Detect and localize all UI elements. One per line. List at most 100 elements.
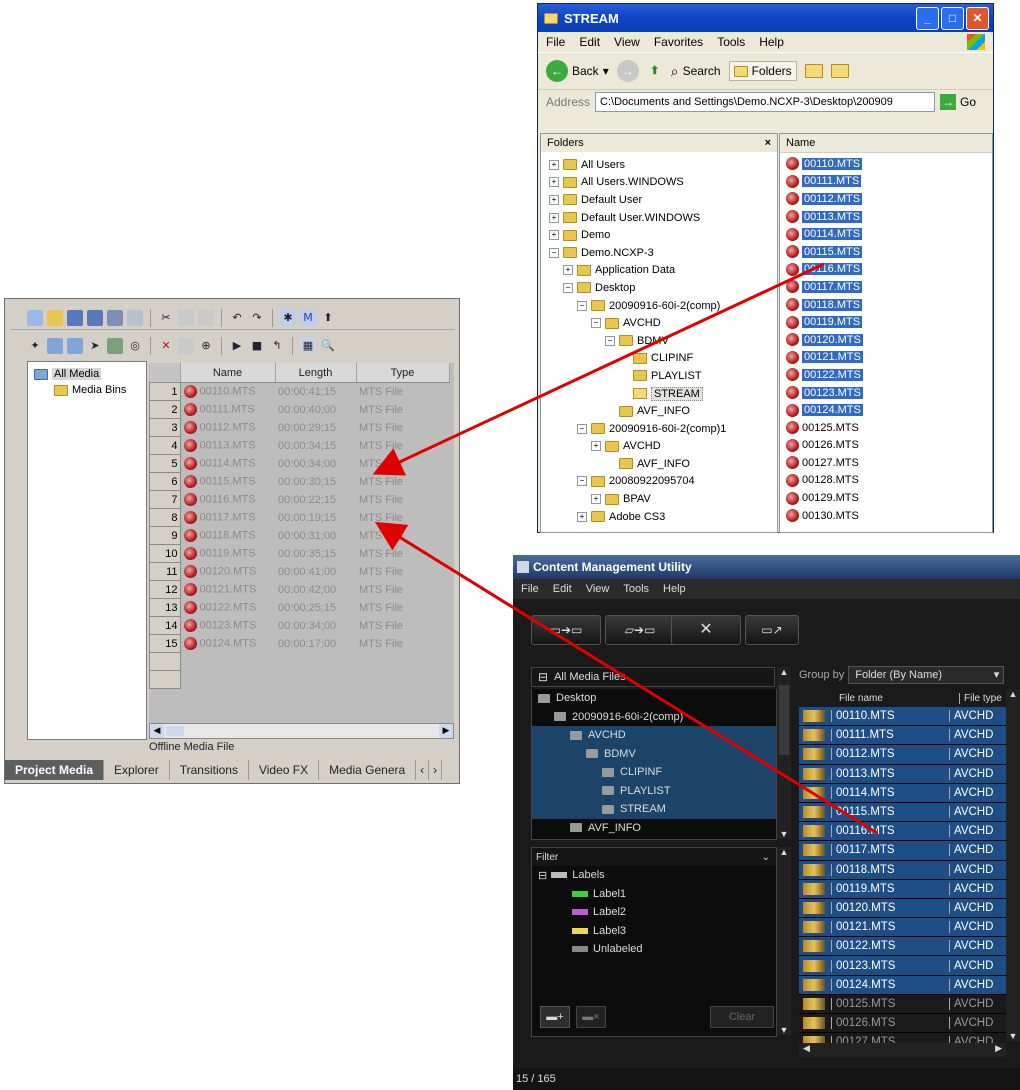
properties-icon[interactable] (127, 310, 143, 326)
expand-toggle-icon[interactable]: − (605, 335, 615, 346)
export-button[interactable]: ▭↗ (745, 615, 799, 645)
expand-toggle-icon[interactable]: + (577, 511, 587, 522)
list-h-scrollbar[interactable]: ◀ ▶ (799, 1043, 1006, 1057)
stop-icon[interactable]: ■ (249, 338, 265, 354)
media-file-row[interactable]: 00115.MTS AVCHD (799, 802, 1006, 823)
group-by-select[interactable]: Folder (By Name) ▾ (848, 666, 1005, 684)
media-file-row[interactable]: 00121.MTS AVCHD (799, 918, 1006, 938)
file-list-item[interactable]: 00118.MTS (780, 296, 992, 314)
render-icon[interactable] (107, 310, 123, 326)
folder-tree-item[interactable]: + All Users.WINDOWS (549, 174, 777, 192)
expand-toggle-icon[interactable]: − (563, 282, 573, 293)
label-item[interactable]: Unlabeled (532, 940, 776, 959)
cmu-tree-item[interactable]: Desktop (532, 689, 776, 708)
menu-view[interactable]: View (614, 35, 640, 49)
expand-toggle-icon[interactable]: − (549, 247, 559, 258)
import-to-project-button[interactable]: ▭➔▭ (531, 615, 601, 645)
expand-toggle-icon[interactable]: + (591, 441, 601, 452)
table-row[interactable]: 2 00111.MTS 00:00:40;00 MTS File (149, 400, 450, 419)
remove-label-button[interactable]: ▬× (576, 1006, 606, 1028)
back-button[interactable]: ← Back ▾ (546, 60, 609, 82)
file-list-item[interactable]: 00116.MTS (780, 261, 992, 279)
cmu-tree-item[interactable]: BDMV (532, 744, 776, 763)
zoom-icon[interactable]: 🔍 (320, 338, 336, 354)
file-list-item[interactable]: 00120.MTS (780, 331, 992, 349)
auto-preview-icon[interactable]: ↰ (269, 338, 285, 354)
go-button[interactable]: → Go (940, 94, 976, 110)
folder-tree-item[interactable]: − BDMV (549, 332, 777, 350)
media-file-row[interactable]: 00110.MTS AVCHD (799, 707, 1006, 727)
folder-tree-item[interactable]: PLAYLIST (549, 367, 777, 385)
tab-scroll-right[interactable]: › (429, 759, 443, 780)
folder-tree-item[interactable]: −20090916-60i-2(comp) (549, 297, 777, 315)
cmu-tree-item[interactable]: AVF_INFO (532, 819, 776, 838)
get-media-icon[interactable] (107, 338, 123, 354)
media-file-row[interactable]: 00119.MTS AVCHD (799, 879, 1006, 899)
table-row[interactable]: 5 00114.MTS 00:00:34;00 MTS File (149, 454, 450, 473)
add-label-button[interactable]: ▬+ (540, 1006, 570, 1028)
folder-tree-item[interactable]: AVF_INFO (549, 402, 777, 420)
cmu-tree-item[interactable]: STREAM (532, 800, 776, 819)
folder-tree-item[interactable]: + AVCHD (549, 438, 777, 456)
media-file-row[interactable]: 00125.MTS AVCHD (799, 995, 1006, 1014)
folder-tree-item[interactable]: − Demo.NCXP-3 (549, 244, 777, 262)
up-folder-icon[interactable]: ⬆ (647, 63, 663, 79)
folder-tree-item[interactable]: + Default User.WINDOWS (549, 209, 777, 227)
folder-tree-item[interactable]: − AVCHD (549, 314, 777, 332)
capture-icon[interactable] (67, 338, 83, 354)
menu-help[interactable]: Help (663, 583, 686, 595)
folder-to-project-button[interactable]: ▱➔▭ (605, 615, 675, 645)
media-file-row[interactable]: 00126.MTS AVCHD (799, 1014, 1006, 1034)
new-icon[interactable] (27, 310, 43, 326)
label-item[interactable]: Label3 (532, 922, 776, 941)
cmu-tree-item[interactable]: CLIPINF (532, 763, 776, 782)
cut-icon[interactable]: ✂ (158, 310, 174, 326)
tab-video-fx[interactable]: Video FX (249, 759, 320, 780)
expand-toggle-icon[interactable]: − (577, 423, 587, 434)
delete-button[interactable]: ✕ (671, 615, 741, 645)
close-pane-icon[interactable]: × (765, 137, 771, 149)
menu-edit[interactable]: Edit (553, 583, 572, 595)
table-row[interactable]: 13 00122.MTS 00:00:25;15 MTS File (149, 598, 450, 617)
extract-audio-icon[interactable]: ➤ (87, 338, 103, 354)
edit-tool-icon[interactable]: ⬆ (320, 310, 336, 326)
file-list-item[interactable]: 00110.MTS (780, 155, 992, 173)
label-item[interactable]: Label2 (532, 903, 776, 922)
folder-tree-item[interactable]: AVF_INFO (549, 455, 777, 473)
expand-toggle-icon[interactable]: − (591, 318, 601, 329)
file-list-item[interactable]: 00126.MTS (780, 437, 992, 455)
table-row[interactable]: 10 00119.MTS 00:00:35;15 MTS File (149, 544, 450, 563)
folder-tree-item[interactable]: + All Users (549, 156, 777, 174)
table-row[interactable]: 4 00113.MTS 00:00:34;15 MTS File (149, 436, 450, 455)
expand-toggle-icon[interactable]: − (577, 300, 587, 311)
menu-file[interactable]: File (546, 35, 565, 49)
menu-favorites[interactable]: Favorites (654, 35, 703, 49)
expand-toggle-icon[interactable]: + (549, 212, 559, 223)
table-row[interactable]: 15 00124.MTS 00:00:17;00 MTS File (149, 634, 450, 653)
close-button[interactable]: ✕ (966, 6, 989, 30)
media-file-row[interactable]: 00111.MTS AVCHD (799, 726, 1006, 746)
file-list-item[interactable]: 00121.MTS (780, 349, 992, 367)
folder-tree-item[interactable]: + Default User (549, 191, 777, 209)
column-type[interactable]: Type (356, 363, 450, 383)
labels-root[interactable]: ⊟ Labels (532, 866, 776, 885)
import-media-icon[interactable] (47, 338, 63, 354)
cmu-title-bar[interactable]: Content Management Utility (513, 555, 1020, 579)
folder-tree-item[interactable]: + Demo (549, 226, 777, 244)
column-file-name[interactable]: File name (799, 693, 883, 704)
menu-tools[interactable]: Tools (717, 35, 745, 49)
file-list-item[interactable]: 00111.MTS (780, 173, 992, 191)
file-list-item[interactable]: 00115.MTS (780, 243, 992, 261)
media-file-row[interactable]: 00124.MTS AVCHD (799, 975, 1006, 995)
menu-tools[interactable]: Tools (623, 583, 649, 595)
file-list-item[interactable]: 00113.MTS (780, 208, 992, 226)
file-list-item[interactable]: 00123.MTS (780, 384, 992, 402)
all-media-files-header[interactable]: ⊟ All Media Files (531, 667, 775, 687)
folders-button[interactable]: Folders (728, 61, 797, 81)
file-list-item[interactable]: 00114.MTS (780, 225, 992, 243)
undo-icon[interactable]: ↶ (229, 310, 245, 326)
folder-tree-item[interactable]: + BPAV (549, 490, 777, 508)
table-row[interactable]: 12 00121.MTS 00:00:42;00 MTS File (149, 580, 450, 599)
table-row[interactable]: 8 00117.MTS 00:00:19;15 MTS File (149, 508, 450, 527)
remove-icon[interactable]: ✕ (158, 338, 174, 354)
